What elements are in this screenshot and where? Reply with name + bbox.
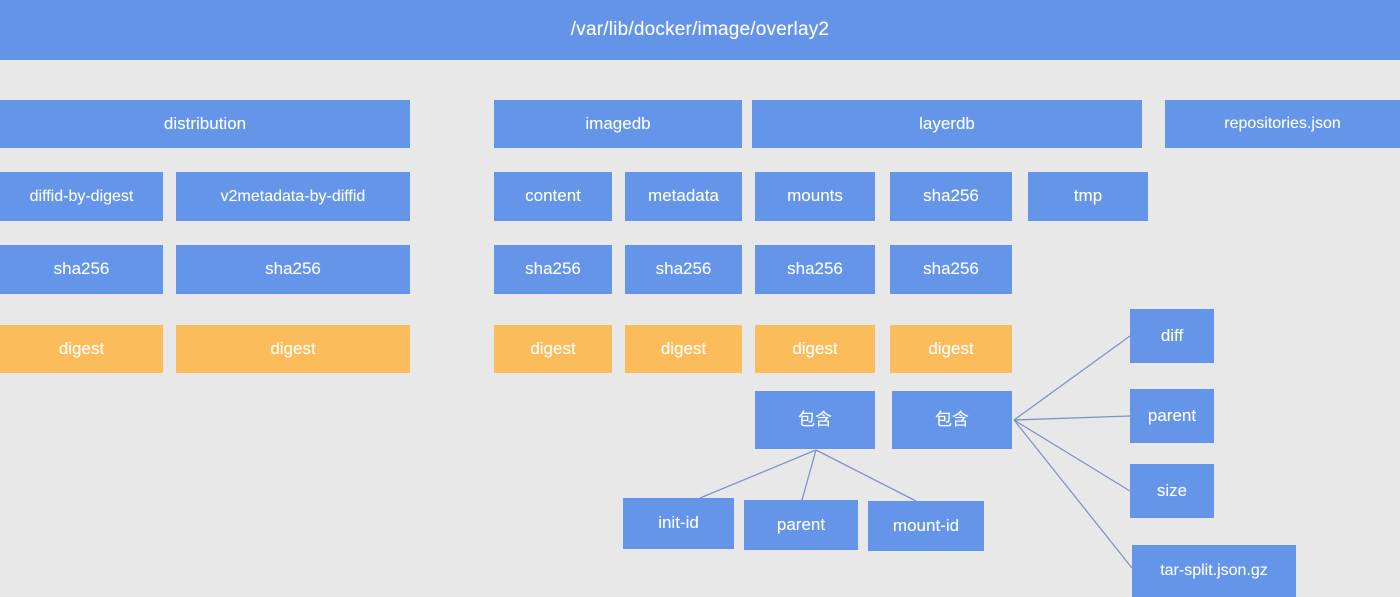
node-label: sha256 bbox=[787, 259, 843, 279]
node-contains-mounts[interactable]: 包含 bbox=[755, 391, 875, 449]
node-label: diffid-by-digest bbox=[29, 187, 134, 205]
node-v2metadata-by-diffid[interactable]: v2metadata-by-diffid bbox=[176, 172, 410, 221]
node-label: sha256 bbox=[655, 259, 712, 279]
node-metadata[interactable]: metadata bbox=[625, 172, 742, 221]
node-sha256-diffid[interactable]: sha256 bbox=[0, 245, 163, 294]
node-label: parent bbox=[1147, 405, 1197, 425]
node-label: sha256 bbox=[265, 259, 321, 279]
edge-contains-sha256-to-parent-layer bbox=[1013, 415, 1131, 421]
node-label: mount-id bbox=[892, 515, 960, 535]
node-label: sha256 bbox=[525, 259, 581, 279]
diagram-canvas: /var/lib/docker/image/overlay2 distribut… bbox=[0, 0, 1400, 597]
node-sha256-v2meta[interactable]: sha256 bbox=[176, 245, 410, 294]
node-digest-content[interactable]: digest bbox=[494, 325, 612, 373]
node-label: tmp bbox=[1073, 186, 1103, 206]
edge-contains-mounts-to-init-id bbox=[699, 449, 817, 499]
node-digest-sha256[interactable]: digest bbox=[890, 325, 1012, 373]
node-label: v2metadata-by-diffid bbox=[220, 187, 366, 205]
node-digest-diffid[interactable]: digest bbox=[0, 325, 163, 373]
node-digest-v2meta[interactable]: digest bbox=[176, 325, 410, 373]
node-label: size bbox=[1156, 480, 1188, 500]
node-mount-id[interactable]: mount-id bbox=[868, 501, 984, 551]
node-label: digest bbox=[792, 338, 838, 358]
node-tmp[interactable]: tmp bbox=[1028, 172, 1148, 221]
node-sha256-layerdb[interactable]: sha256 bbox=[890, 172, 1012, 221]
node-imagedb[interactable]: imagedb bbox=[494, 100, 742, 148]
node-mounts[interactable]: mounts bbox=[755, 172, 875, 221]
node-sha256-content[interactable]: sha256 bbox=[494, 245, 612, 294]
node-layerdb[interactable]: layerdb bbox=[752, 100, 1142, 148]
node-distribution[interactable]: distribution bbox=[0, 100, 410, 148]
node-sha256-metadata[interactable]: sha256 bbox=[625, 245, 742, 294]
node-label: parent bbox=[776, 514, 826, 534]
node-label: init-id bbox=[658, 513, 699, 533]
node-label: digest bbox=[58, 338, 105, 358]
node-label: distribution bbox=[163, 113, 247, 133]
node-diff[interactable]: diff bbox=[1130, 309, 1214, 363]
node-repositories-json[interactable]: repositories.json bbox=[1165, 100, 1400, 148]
node-label: repositories.json bbox=[1224, 115, 1341, 133]
node-digest-mounts[interactable]: digest bbox=[755, 325, 875, 373]
node-contains-sha256[interactable]: 包含 bbox=[892, 391, 1012, 449]
node-label: sha256 bbox=[923, 186, 979, 206]
node-sha256-mounts[interactable]: sha256 bbox=[755, 245, 875, 294]
node-content[interactable]: content bbox=[494, 172, 612, 221]
node-sha256-sha256[interactable]: sha256 bbox=[890, 245, 1012, 294]
node-parent-layer[interactable]: parent bbox=[1130, 389, 1214, 443]
node-size[interactable]: size bbox=[1130, 464, 1214, 518]
node-label: diff bbox=[1160, 325, 1184, 345]
node-parent-mounts[interactable]: parent bbox=[744, 500, 858, 550]
edge-contains-mounts-to-mount-id bbox=[815, 449, 917, 502]
node-label: mounts bbox=[787, 186, 843, 206]
node-diffid-by-digest[interactable]: diffid-by-digest bbox=[0, 172, 163, 221]
edge-contains-sha256-to-diff bbox=[1013, 335, 1131, 421]
node-label: imagedb bbox=[585, 113, 651, 133]
node-label: sha256 bbox=[923, 259, 979, 279]
node-init-id[interactable]: init-id bbox=[623, 498, 734, 549]
node-label: sha256 bbox=[53, 259, 110, 279]
node-label: digest bbox=[270, 338, 316, 358]
node-digest-metadata[interactable]: digest bbox=[625, 325, 742, 373]
edge-contains-sha256-to-tar-split-json-gz bbox=[1013, 419, 1133, 569]
node-label: tar-split.json.gz bbox=[1160, 562, 1268, 580]
node-label: metadata bbox=[648, 186, 719, 206]
root-path-header: /var/lib/docker/image/overlay2 bbox=[0, 0, 1400, 60]
node-label: layerdb bbox=[919, 113, 975, 133]
node-tar-split-json-gz[interactable]: tar-split.json.gz bbox=[1132, 545, 1296, 597]
edge-contains-mounts-to-parent-mounts bbox=[801, 449, 817, 501]
node-label: digest bbox=[660, 338, 707, 358]
edge-contains-sha256-to-size bbox=[1013, 419, 1131, 492]
node-label: digest bbox=[530, 338, 576, 358]
node-label: 包含 bbox=[798, 409, 832, 429]
page-title: /var/lib/docker/image/overlay2 bbox=[570, 19, 830, 40]
node-label: 包含 bbox=[935, 409, 969, 429]
node-label: digest bbox=[928, 338, 974, 358]
node-label: content bbox=[525, 186, 581, 206]
